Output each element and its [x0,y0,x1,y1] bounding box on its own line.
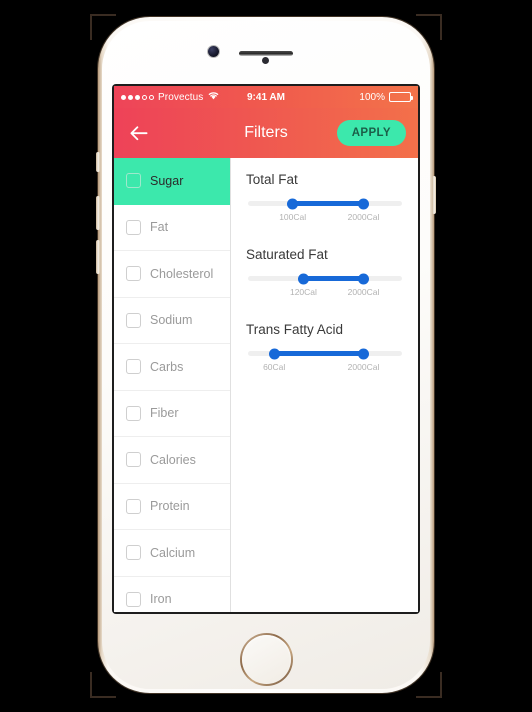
sidebar-item-label: Protein [150,499,190,514]
slider-max-handle[interactable] [358,198,369,209]
crop-mark-top-right [416,14,442,40]
range-slider[interactable]: 100Cal 2000Cal [246,198,404,226]
checkbox-carbs[interactable] [126,359,141,375]
slider-max-handle[interactable] [358,348,369,359]
sidebar-item-iron[interactable]: Iron [114,577,230,613]
back-button[interactable] [126,120,152,146]
sidebar-item-label: Fiber [150,406,179,421]
slider-range-fill [274,351,364,356]
checkbox-cholesterol[interactable] [126,266,141,282]
slider-track[interactable] [248,348,402,359]
signal-strength-icon [121,94,154,100]
filter-title: Total Fat [246,172,298,187]
checkbox-calories[interactable] [126,452,141,468]
range-slider[interactable]: 60Cal 2000Cal [246,348,404,376]
slider-min-handle[interactable] [287,198,299,209]
sidebar-item-label: Fat [150,220,169,235]
home-button[interactable] [240,633,293,686]
slider-track[interactable] [248,198,402,209]
slider-max-label: 2000Cal [347,362,380,372]
checkbox-fat[interactable] [126,219,141,235]
sidebar-item-calcium[interactable]: Calcium [114,530,230,577]
sidebar-item-sodium[interactable]: Sodium [114,298,230,344]
sidebar-item-protein[interactable]: Protein [114,484,230,530]
slider-max-label: 2000Cal [347,212,380,222]
checkbox-protein[interactable] [126,498,141,514]
battery-icon [389,92,413,102]
sidebar-item-label: Sugar [150,173,184,188]
slider-min-label: 100Cal [279,212,307,222]
checkbox-sugar[interactable] [126,173,141,189]
sidebar-item-label: Cholesterol [150,266,214,281]
sidebar-item-label: Calcium [150,545,196,560]
power-button[interactable] [432,176,436,214]
slider-track[interactable] [248,273,402,284]
app-bar: Filters APPLY [114,108,418,158]
checkbox-calcium[interactable] [126,545,141,561]
crop-mark-bottom-right [416,672,442,698]
checkbox-sodium[interactable] [126,312,141,328]
crop-mark-top-left [90,14,116,40]
sidebar-item-label: Sodium [150,313,193,328]
carrier-label: Provectus [158,91,204,103]
filter-title: Saturated Fat [246,247,328,262]
filters-content: Sugar Fat Cholesterol Sodium Carbs Fiber Calor… [114,158,418,612]
checkbox-iron[interactable] [126,591,141,607]
slider-range-labels: 120Cal 2000Cal [248,287,402,301]
filters-panel: Total Fat 100Cal 2000Cal Saturated Fat 120Ca… [231,158,418,612]
phone-screen: Provectus 9:41 AM 100% Filters APPLY Sug… [114,86,418,612]
slider-min-label: 60Cal [263,362,286,372]
range-slider[interactable]: 120Cal 2000Cal [246,273,404,301]
silent-switch[interactable] [96,152,100,172]
sidebar-item-label: Carbs [150,359,184,374]
status-bar: Provectus 9:41 AM 100% [114,86,418,108]
sidebar-item-fiber[interactable]: Fiber [114,391,230,437]
sidebar-item-cholesterol[interactable]: Cholesterol [114,251,230,298]
sidebar-item-label: Calories [150,452,196,467]
sidebar-item-fat[interactable]: Fat [114,205,230,251]
slider-max-handle[interactable] [358,273,369,284]
crop-mark-bottom-left [90,672,116,698]
sidebar-item-calories[interactable]: Calories [114,437,230,484]
slider-min-handle[interactable] [268,348,280,359]
filter-group-1: Saturated Fat 120Cal 2000Cal [246,247,404,301]
front-camera-icon [208,46,219,57]
sidebar-item-carbs[interactable]: Carbs [114,344,230,391]
wifi-icon [208,91,219,103]
checkbox-fiber[interactable] [126,405,141,421]
sidebar-item-label: Iron [150,592,172,607]
battery-percent-label: 100% [359,91,385,103]
slider-max-label: 2000Cal [347,287,380,297]
proximity-sensor-icon [262,57,269,64]
earpiece-speaker [239,51,293,56]
slider-min-handle[interactable] [297,273,309,284]
status-bar-left: Provectus [121,91,219,103]
filter-title: Trans Fatty Acid [246,322,344,337]
volume-up-button[interactable] [96,196,100,230]
slider-range-fill [303,276,364,281]
volume-down-button[interactable] [96,240,100,274]
screen-bezel: Provectus 9:41 AM 100% Filters APPLY Sug… [112,84,420,614]
sidebar-item-sugar[interactable]: Sugar [114,158,230,205]
apply-button[interactable]: APPLY [336,120,406,146]
filter-group-2: Trans Fatty Acid 60Cal 2000Cal [246,322,404,376]
slider-range-labels: 60Cal 2000Cal [248,362,402,376]
slider-range-fill [292,201,364,206]
status-bar-right: 100% [359,91,413,103]
slider-range-labels: 100Cal 2000Cal [248,212,402,226]
filter-group-0: Total Fat 100Cal 2000Cal [246,172,404,226]
slider-min-label: 120Cal [289,287,317,297]
nutrient-sidebar[interactable]: Sugar Fat Cholesterol Sodium Carbs Fiber Calor… [114,158,231,612]
arrow-left-icon [130,125,148,140]
